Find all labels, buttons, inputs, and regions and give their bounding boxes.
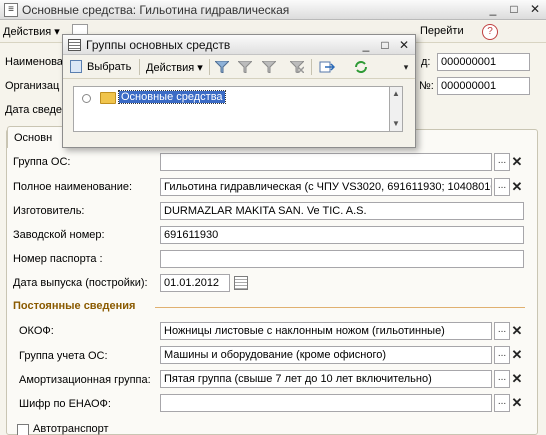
folder-icon: [100, 92, 116, 104]
tree-scrollbar[interactable]: ▲ ▼: [389, 86, 403, 132]
section-title: Постоянные сведения: [13, 300, 136, 312]
group-label: Группа ОС:: [13, 156, 71, 168]
calendar-icon[interactable]: [234, 276, 248, 290]
full-name-label: Полное наименование:: [13, 181, 133, 193]
maximize-button[interactable]: □: [505, 1, 523, 18]
amortization-label: Амортизационная группа:: [19, 374, 151, 386]
okof-clear-button[interactable]: ✕: [510, 322, 524, 340]
release-date-field[interactable]: 01.01.2012: [160, 274, 230, 292]
auto-checkbox[interactable]: [17, 424, 29, 435]
number-field[interactable]: 000000001: [437, 77, 530, 95]
enaof-label: Шифр по ЕНАОФ:: [19, 398, 111, 410]
scroll-up-icon[interactable]: ▲: [392, 89, 400, 98]
release-date-label: Дата выпуска (постройки):: [13, 277, 148, 289]
section-divider: [155, 307, 525, 308]
okof-label: ОКОФ:: [19, 325, 54, 337]
date-label: Дата сведе: [5, 104, 63, 116]
toolbar-separator: [139, 59, 140, 75]
filter-clear-icon[interactable]: [290, 61, 304, 73]
amortization-select-button[interactable]: ...: [494, 370, 510, 388]
title-bar: ≡ Основные средства: Гильотина гидравлич…: [0, 0, 546, 20]
serial-label: Заводской номер:: [13, 229, 105, 241]
actions-menu[interactable]: Действия ▾: [3, 25, 60, 38]
goto-icon[interactable]: [319, 61, 335, 73]
passport-field[interactable]: [160, 250, 524, 268]
org-label: Организац: [5, 80, 60, 92]
app-icon: ≡: [4, 3, 18, 17]
dialog-title: Группы основных средств: [86, 38, 231, 52]
enaof-select-button[interactable]: ...: [494, 394, 510, 412]
account-group-field[interactable]: Машины и оборудование (кроме офисного): [160, 346, 492, 364]
toolbar-separator: [209, 59, 210, 75]
number-label: №:: [419, 80, 434, 92]
filter-set-icon[interactable]: [238, 61, 252, 73]
select-button[interactable]: Выбрать: [87, 61, 131, 73]
maker-field[interactable]: DURMAZLAR MAKITA SAN. Ve TIC. A.S.: [160, 202, 524, 220]
toolbar-separator: [311, 59, 312, 75]
help-icon[interactable]: ?: [482, 24, 498, 40]
dialog-close-button[interactable]: ✕: [395, 37, 413, 54]
okof-field[interactable]: Ножницы листовые с наклонным ножом (гиль…: [160, 322, 492, 340]
amortization-field[interactable]: Пятая группа (свыше 7 лет до 10 лет вклю…: [160, 370, 492, 388]
code-field[interactable]: 000000001: [437, 53, 530, 71]
goto-menu[interactable]: Перейти: [420, 25, 464, 41]
account-group-select-button[interactable]: ...: [494, 346, 510, 364]
group-select-button[interactable]: ...: [494, 153, 510, 171]
refresh-icon[interactable]: [353, 61, 369, 73]
full-name-clear-button[interactable]: ✕: [510, 178, 524, 196]
window-title: Основные средства: Гильотина гидравличес…: [22, 3, 290, 17]
amortization-clear-button[interactable]: ✕: [510, 370, 524, 388]
tree-item-label[interactable]: Основные средства: [118, 90, 226, 104]
groups-dialog: Группы основных средств _ □ ✕ Выбрать Де…: [62, 34, 416, 148]
dialog-actions-menu[interactable]: Действия ▾: [146, 61, 203, 74]
account-group-label: Группа учета ОС:: [19, 350, 108, 362]
groups-tree[interactable]: Основные средства: [73, 86, 403, 132]
passport-label: Номер паспорта :: [13, 253, 103, 265]
tree-node-radio[interactable]: [82, 94, 91, 103]
name-label: Наименова: [5, 56, 63, 68]
select-icon[interactable]: [70, 60, 82, 73]
auto-label: Автотранспорт: [33, 423, 109, 435]
filter-list-icon[interactable]: [262, 61, 276, 73]
group-field[interactable]: [160, 153, 492, 171]
code-label: д:: [421, 56, 431, 68]
list-icon: [68, 39, 81, 51]
close-button[interactable]: ✕: [526, 1, 544, 18]
serial-field[interactable]: 691611930: [160, 226, 524, 244]
group-clear-button[interactable]: ✕: [510, 153, 524, 171]
filter-icon[interactable]: [215, 61, 229, 73]
dialog-title-bar: Группы основных средств _ □ ✕: [63, 35, 415, 55]
full-name-field[interactable]: Гильотина гидравлическая (с ЧПУ VS3020, …: [160, 178, 492, 196]
toolbar-more-icon[interactable]: ▾: [397, 59, 415, 76]
minimize-button[interactable]: _: [484, 1, 502, 18]
dialog-maximize-button[interactable]: □: [376, 37, 394, 54]
account-group-clear-button[interactable]: ✕: [510, 346, 524, 364]
full-name-select-button[interactable]: ...: [494, 178, 510, 196]
maker-label: Изготовитель:: [13, 205, 85, 217]
scroll-down-icon[interactable]: ▼: [392, 119, 400, 128]
okof-select-button[interactable]: ...: [494, 322, 510, 340]
dialog-toolbar: Выбрать Действия ▾ ▾: [63, 55, 415, 79]
enaof-field[interactable]: [160, 394, 492, 412]
enaof-clear-button[interactable]: ✕: [510, 394, 524, 412]
dialog-minimize-button[interactable]: _: [357, 37, 375, 54]
